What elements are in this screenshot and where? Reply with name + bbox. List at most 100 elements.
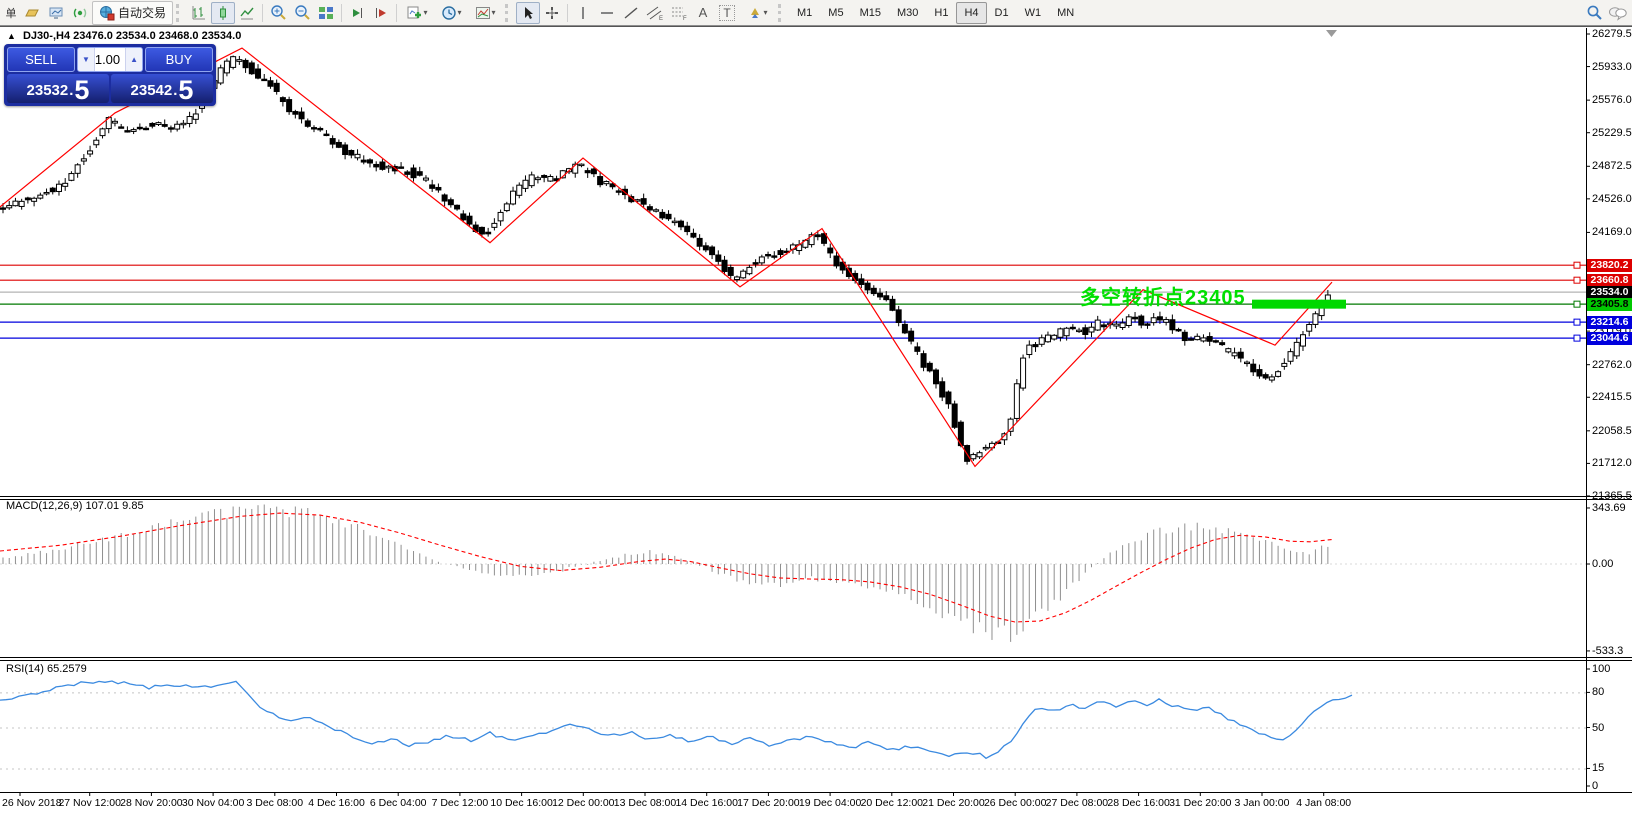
zoom-out-button[interactable] — [290, 2, 314, 24]
line-handle[interactable] — [1574, 335, 1580, 341]
timeframe-button-m5[interactable]: M5 — [820, 2, 851, 24]
zoom-in-button[interactable] — [266, 2, 290, 24]
time-axis-label[interactable]: 13 Dec 08:00 — [614, 797, 676, 809]
time-axis-label[interactable]: 10 Dec 16:00 — [490, 797, 552, 809]
timeframe-button-h1[interactable]: H1 — [926, 2, 956, 24]
crosshair-button[interactable] — [540, 2, 564, 24]
sell-button[interactable]: SELL — [7, 47, 75, 72]
candle-body — [728, 267, 733, 275]
line-handle[interactable] — [1574, 262, 1580, 268]
timeframe-button-w1[interactable]: W1 — [1017, 2, 1050, 24]
time-axis-label[interactable]: 28 Dec 16:00 — [1107, 797, 1169, 809]
time-axis-label[interactable]: 4 Dec 16:00 — [308, 797, 365, 809]
macd-axis-label: -533.3 — [1592, 645, 1623, 657]
horizontal-line-button[interactable] — [595, 2, 619, 24]
timeframe-button-m15[interactable]: M15 — [852, 2, 889, 24]
auto-scroll-button[interactable] — [345, 2, 369, 24]
candle-body — [262, 79, 267, 80]
autotrade-button[interactable]: 自动交易 — [92, 1, 173, 25]
candle-body — [691, 233, 696, 237]
macd-axis-label: 343.69 — [1592, 502, 1626, 514]
zigzag-line[interactable] — [0, 48, 1332, 466]
arrows-tool-button[interactable]: ▾ — [739, 2, 775, 24]
candle-body — [100, 129, 105, 136]
time-axis-label[interactable]: 28 Nov 20:00 — [120, 797, 182, 809]
candle-body — [1021, 358, 1026, 388]
time-axis-label[interactable]: 17 Dec 20:00 — [737, 797, 799, 809]
text-tool-button[interactable]: A — [691, 2, 715, 24]
time-axis-label[interactable]: 20 Dec 12:00 — [861, 797, 923, 809]
trendline-button[interactable] — [619, 2, 643, 24]
turning-point-annotation[interactable]: 多空转折点23405 — [1080, 281, 1246, 310]
timeframe-button-d1[interactable]: D1 — [987, 2, 1017, 24]
new-chart-button[interactable]: ▾ — [400, 2, 434, 24]
time-axis-label[interactable]: 26 Nov 2018 — [2, 797, 62, 809]
time-axis-label[interactable]: 12 Dec 00:00 — [552, 797, 614, 809]
time-axis-label[interactable]: 26 Dec 00:00 — [984, 797, 1046, 809]
timeframe-button-m30[interactable]: M30 — [889, 2, 926, 24]
time-axis-label[interactable]: 19 Dec 04:00 — [799, 797, 861, 809]
candle-body — [865, 283, 870, 290]
cursor-button[interactable] — [516, 2, 540, 24]
chat-bubbles-icon — [1608, 4, 1628, 22]
candle-body — [1245, 362, 1250, 363]
line-handle[interactable] — [1574, 301, 1580, 307]
timeframe-button-m1[interactable]: M1 — [789, 2, 820, 24]
new-order-button[interactable]: 单 — [2, 2, 20, 24]
time-axis-label[interactable]: 3 Jan 00:00 — [1235, 797, 1290, 809]
candle-body — [666, 214, 671, 218]
profiles-button[interactable]: ▾ — [434, 2, 468, 24]
candle-body — [1120, 323, 1125, 328]
bars-chart-button[interactable] — [187, 2, 211, 24]
time-axis-label[interactable]: 6 Dec 04:00 — [370, 797, 427, 809]
candlestick-chart-button[interactable] — [211, 2, 235, 24]
signals-button[interactable] — [68, 2, 92, 24]
time-axis-label[interactable]: 7 Dec 12:00 — [432, 797, 489, 809]
search-button[interactable] — [1582, 2, 1606, 24]
time-axis-label[interactable]: 27 Dec 08:00 — [1046, 797, 1108, 809]
candle-body — [81, 159, 86, 161]
time-axis-label[interactable]: 3 Dec 08:00 — [246, 797, 303, 809]
sell-price-display[interactable]: 23532 . 5 — [7, 74, 109, 103]
time-axis-label[interactable]: 14 Dec 16:00 — [675, 797, 737, 809]
templates-button[interactable]: ▾ — [468, 2, 502, 24]
text-label-button[interactable]: T — [715, 2, 739, 24]
chart-shift-button[interactable] — [369, 2, 393, 24]
candle-body — [324, 134, 329, 135]
buy-price-display[interactable]: 23542 . 5 — [111, 74, 213, 103]
rsi-line — [0, 681, 1352, 758]
candle-body — [293, 112, 298, 115]
chat-button[interactable] — [1606, 2, 1630, 24]
time-axis-label[interactable]: 27 Nov 12:00 — [58, 797, 120, 809]
collapse-panel-arrow[interactable]: ▲ — [7, 31, 16, 41]
time-axis-label[interactable]: 30 Nov 04:00 — [182, 797, 244, 809]
volume-increase-button[interactable]: ▲ — [125, 48, 142, 71]
candle-body — [1052, 335, 1057, 339]
timeframe-button-h4[interactable]: H4 — [956, 2, 986, 24]
toolbar-divider — [778, 4, 786, 22]
search-icon — [1585, 4, 1603, 22]
tile-windows-button[interactable] — [314, 2, 338, 24]
terminal-button[interactable] — [44, 2, 68, 24]
timeframe-button-mn[interactable]: MN — [1049, 2, 1082, 24]
line-chart-button[interactable] — [235, 2, 259, 24]
price-axis-label: 24169.0 — [1592, 226, 1632, 238]
toolbar-separator — [567, 4, 568, 22]
time-axis-label[interactable]: 4 Jan 08:00 — [1296, 797, 1351, 809]
main-toolbar: 单 自动交易 — [0, 0, 1632, 26]
time-axis-label[interactable]: 21 Dec 20:00 — [922, 797, 984, 809]
vertical-line-button[interactable] — [571, 2, 595, 24]
line-handle[interactable] — [1574, 277, 1580, 283]
volume-input[interactable]: 1.00 — [95, 48, 125, 71]
toolbar-divider — [176, 4, 184, 22]
buy-button[interactable]: BUY — [145, 47, 213, 72]
buy-price-pips: 5 — [178, 77, 193, 103]
gold-bar-button[interactable] — [20, 2, 44, 24]
turning-point-segment[interactable] — [1252, 300, 1346, 309]
line-handle[interactable] — [1574, 319, 1580, 325]
candle-body — [778, 251, 783, 255]
fibonacci-button[interactable]: F — [667, 2, 691, 24]
volume-decrease-button[interactable]: ▼ — [78, 48, 95, 71]
equidistant-channel-button[interactable]: E — [643, 2, 667, 24]
time-axis-label[interactable]: 31 Dec 20:00 — [1169, 797, 1231, 809]
